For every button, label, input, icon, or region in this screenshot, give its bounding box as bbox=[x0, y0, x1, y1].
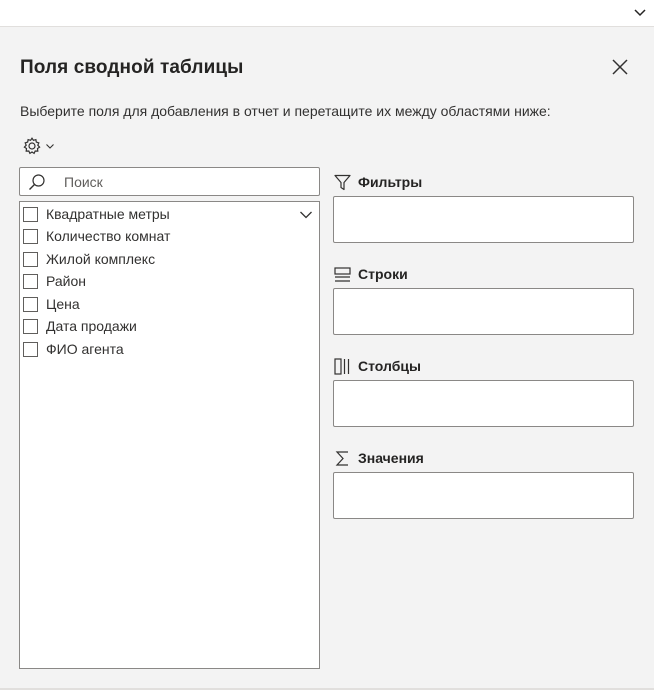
filter-icon bbox=[334, 174, 351, 190]
field-label: Количество комнат bbox=[46, 228, 171, 244]
area-header-values: Значения bbox=[334, 448, 424, 468]
field-checkbox[interactable] bbox=[23, 251, 38, 267]
field-label: Жилой комплекс bbox=[46, 251, 156, 267]
search-input[interactable] bbox=[64, 171, 314, 192]
sigma-icon bbox=[335, 450, 348, 466]
field-item-rooms-count[interactable]: Количество комнат bbox=[23, 225, 170, 247]
chevron-down-icon[interactable] bbox=[299, 208, 313, 222]
field-label: Район bbox=[46, 273, 86, 289]
field-label: Квадратные метры bbox=[46, 206, 170, 222]
gear-icon bbox=[23, 137, 41, 155]
field-item-agent-name[interactable]: ФИО агента bbox=[23, 338, 124, 360]
field-checkbox[interactable] bbox=[23, 228, 38, 244]
drop-zone-filters[interactable] bbox=[333, 196, 634, 243]
field-checkbox[interactable] bbox=[23, 273, 38, 289]
area-header-filters: Фильтры bbox=[334, 172, 422, 192]
area-label-columns: Столбцы bbox=[358, 358, 421, 374]
chevron-down-icon bbox=[46, 144, 54, 149]
field-checkbox[interactable] bbox=[23, 296, 38, 312]
settings-button[interactable] bbox=[22, 135, 62, 157]
area-label-values: Значения bbox=[358, 450, 424, 466]
close-icon[interactable] bbox=[610, 57, 630, 77]
field-checkbox[interactable] bbox=[23, 341, 38, 357]
field-item-district[interactable]: Район bbox=[23, 270, 86, 292]
columns-icon bbox=[334, 357, 350, 375]
field-item-sale-date[interactable]: Дата продажи bbox=[23, 315, 137, 337]
top-dropdown-strip[interactable] bbox=[0, 0, 654, 27]
area-label-rows: Строки bbox=[358, 266, 408, 282]
area-header-columns: Столбцы bbox=[334, 356, 421, 376]
drop-zone-values[interactable] bbox=[333, 472, 634, 519]
field-label: Дата продажи bbox=[46, 318, 137, 334]
field-item-square-meters[interactable]: Квадратные метры bbox=[23, 203, 170, 225]
field-checkbox[interactable] bbox=[23, 206, 38, 222]
field-item-price[interactable]: Цена bbox=[23, 293, 80, 315]
rows-icon bbox=[334, 266, 351, 282]
instructions-text: Выберите поля для добавления в отчет и п… bbox=[20, 103, 551, 119]
search-box[interactable] bbox=[19, 167, 320, 196]
drop-zone-rows[interactable] bbox=[333, 288, 634, 335]
chevron-down-icon[interactable] bbox=[632, 4, 648, 20]
area-header-rows: Строки bbox=[334, 264, 408, 284]
field-label: Цена bbox=[46, 296, 80, 312]
field-label: ФИО агента bbox=[46, 341, 124, 357]
pane-title: Поля сводной таблицы bbox=[20, 57, 244, 78]
drop-zone-columns[interactable] bbox=[333, 380, 634, 427]
area-label-filters: Фильтры bbox=[358, 174, 423, 190]
search-icon bbox=[29, 174, 45, 190]
field-list: Квадратные метры Количество комнат Жилой… bbox=[19, 201, 320, 669]
field-item-residential-complex[interactable]: Жилой комплекс bbox=[23, 248, 155, 270]
field-checkbox[interactable] bbox=[23, 318, 38, 334]
